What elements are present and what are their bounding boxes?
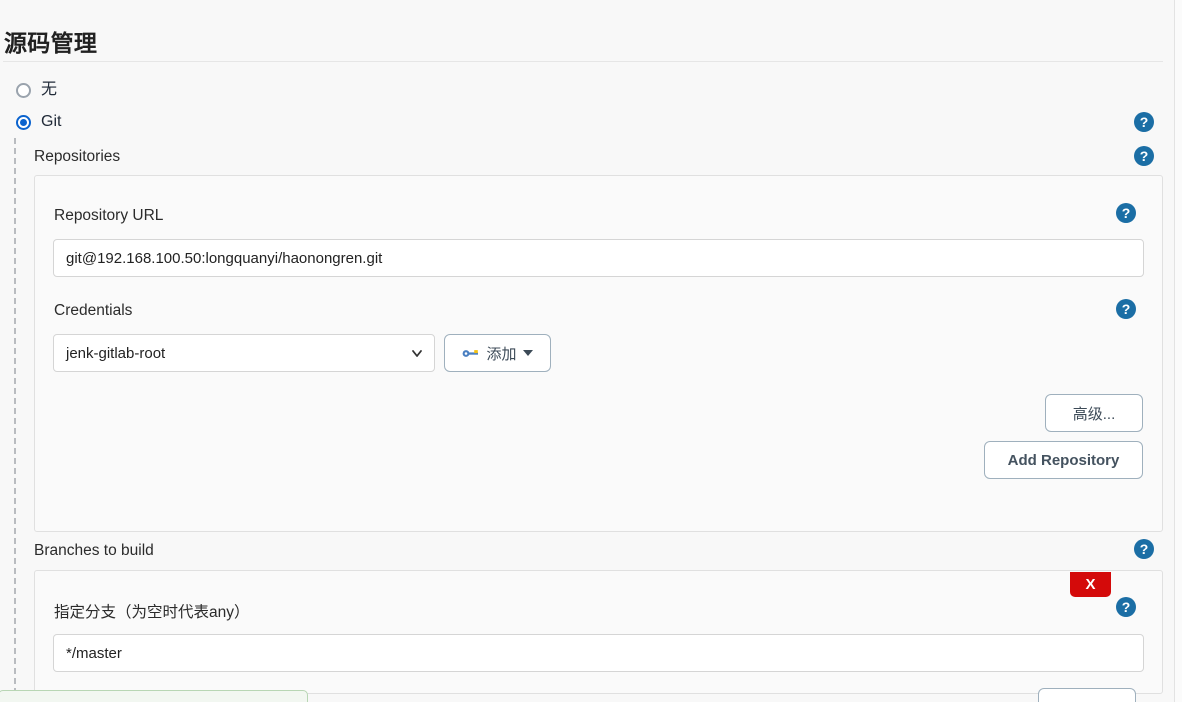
caret-down-icon — [522, 350, 533, 356]
add-repository-button-label: Add Repository — [1007, 451, 1120, 469]
repository-url-input[interactable] — [53, 239, 1144, 277]
branches-panel — [34, 570, 1163, 694]
bottom-partial-button[interactable] — [1038, 688, 1136, 702]
credentials-label: Credentials — [54, 302, 133, 319]
help-icon-credentials[interactable]: ? — [1116, 299, 1136, 319]
branch-specifier-input[interactable] — [53, 634, 1144, 672]
advanced-button[interactable]: 高级... — [1045, 394, 1143, 432]
delete-branch-button[interactable]: X — [1070, 572, 1111, 597]
nesting-guide-line — [14, 138, 16, 694]
help-icon-git[interactable]: ? — [1134, 112, 1154, 132]
add-credentials-button[interactable]: 添加 — [444, 334, 551, 372]
advanced-button-label: 高级... — [1072, 405, 1116, 423]
scm-option-git[interactable]: Git — [16, 114, 61, 130]
scm-option-git-label: Git — [41, 113, 62, 130]
add-repository-button[interactable]: Add Repository — [984, 441, 1143, 479]
key-icon — [463, 350, 479, 357]
page-title: 源码管理 — [4, 30, 98, 56]
branch-specifier-label: 指定分支（为空时代表any） — [54, 604, 250, 621]
credentials-selected-value: jenk-gitlab-root — [66, 344, 166, 362]
scm-configuration-page: 源码管理 无 Git ? ? Repositories Repository U… — [0, 0, 1182, 702]
help-icon-branches[interactable]: ? — [1134, 539, 1154, 559]
scm-option-none[interactable]: 无 — [16, 82, 57, 98]
help-icon-repositories[interactable]: ? — [1134, 146, 1154, 166]
radio-git[interactable] — [16, 114, 31, 130]
repositories-section-label: Repositories — [34, 148, 121, 165]
repository-url-label: Repository URL — [54, 207, 164, 224]
additional-behaviours-panel — [0, 690, 308, 702]
credentials-select[interactable]: jenk-gitlab-root — [53, 334, 435, 372]
branches-section-label: Branches to build — [34, 542, 154, 559]
help-icon-branch-specifier[interactable]: ? — [1116, 597, 1136, 617]
right-edge-gutter — [1175, 0, 1182, 702]
title-separator — [3, 61, 1163, 62]
scm-option-none-label: 无 — [41, 81, 58, 98]
add-credentials-label: 添加 — [486, 345, 517, 363]
radio-none[interactable] — [16, 82, 31, 98]
help-icon-repository-url[interactable]: ? — [1116, 203, 1136, 223]
